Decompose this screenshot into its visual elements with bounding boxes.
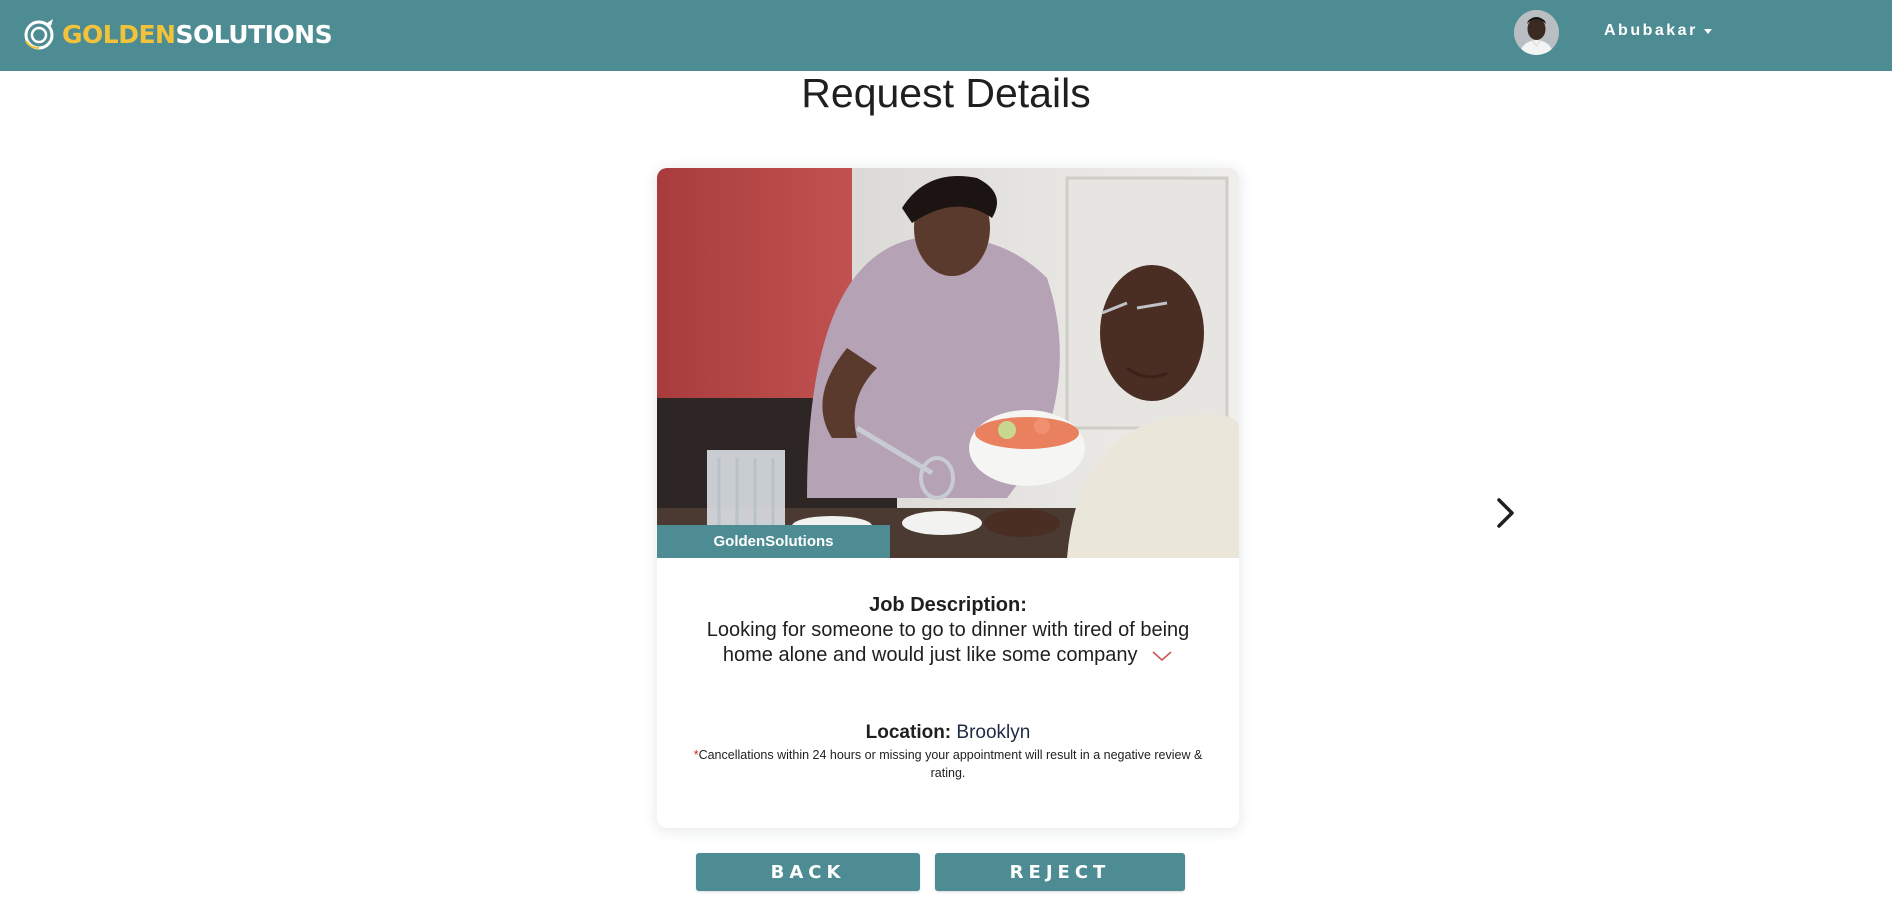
logo-text: GOLDENSOLUTIONS [62,19,333,49]
location-row: Location: Brooklyn [657,722,1239,744]
chevron-down-icon[interactable] [1151,649,1173,663]
chevron-right-icon[interactable] [1494,496,1518,530]
request-photo: GoldenSolutions [657,168,1239,558]
avatar[interactable] [1514,10,1559,55]
caregiver-photo-illustration [657,168,1239,558]
cancellation-note-text: Cancellations within 24 hours or missing… [698,748,1203,780]
cancellation-note: *Cancellations within 24 hours or missin… [682,746,1214,782]
logo-text-golden: GOLDEN [62,19,176,49]
photo-tag-label: GoldenSolutions [657,525,890,558]
avatar-image [1514,10,1559,55]
caret-down-icon [1703,28,1712,34]
back-button[interactable]: BACK [696,853,920,891]
top-navbar: GOLDENSOLUTIONS Abubakar [0,0,1892,71]
job-description-block: Looking for someone to go to dinner with… [692,618,1204,668]
location-label: Location: [865,722,952,743]
user-name: Abubakar [1604,22,1698,39]
user-menu-dropdown[interactable]: Abubakar [1604,20,1712,42]
reject-button[interactable]: REJECT [935,853,1185,891]
logo-mark-icon [24,19,54,50]
job-description-text: Looking for someone to go to dinner with… [706,619,1190,666]
logo-text-solutions: SOLUTIONS [175,19,333,49]
request-card: GoldenSolutions Job Description: Looking… [657,168,1239,828]
job-description-label: Job Description: [869,594,1027,616]
brand-logo[interactable]: GOLDENSOLUTIONS [20,15,333,53]
page-title: Request Details [801,70,1091,116]
location-value: Brooklyn [956,722,1031,743]
